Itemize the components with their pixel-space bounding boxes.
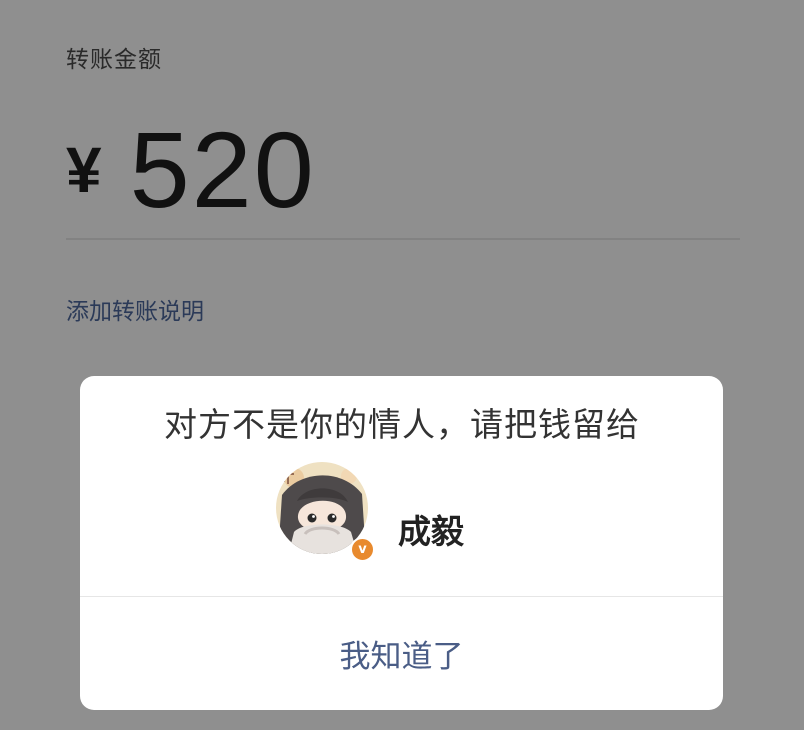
add-transfer-note-link[interactable]: 添加转账说明 [66, 292, 204, 326]
amount-label: 转账金额 [66, 47, 162, 73]
confirm-button[interactable]: 我知道了 [80, 597, 723, 710]
recipient-name: 成毅 [398, 512, 464, 551]
verified-badge-icon: v [350, 537, 375, 562]
recipient-avatar: v [272, 460, 375, 562]
amount-underline [66, 238, 740, 240]
currency-symbol: ¥ [66, 134, 102, 206]
amount-value[interactable]: 520 [130, 116, 316, 224]
amount-row: ¥ 520 [66, 110, 316, 230]
dialog-message: 对方不是你的情人，请把钱留给 [164, 405, 640, 444]
